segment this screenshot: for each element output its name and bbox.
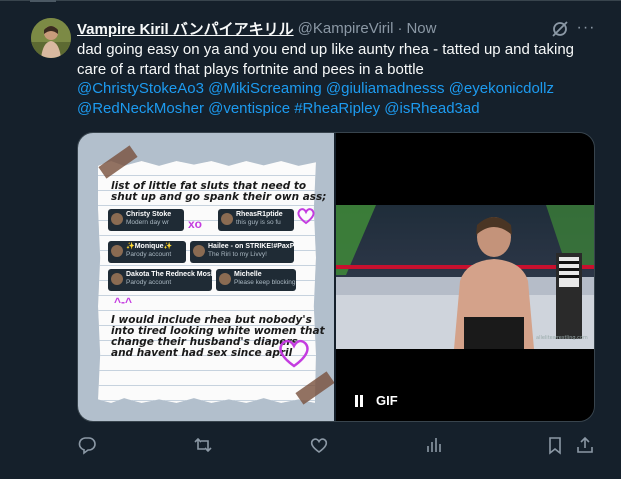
scribble-heart: [297, 208, 315, 225]
card-sub: Parody account: [126, 279, 172, 286]
gif-player[interactable]: allelitewrestling.com GIF: [336, 133, 594, 421]
profile-card: Dakota The Redneck MosherParody account: [108, 269, 212, 291]
mention-link[interactable]: @isRhead3ad: [384, 100, 479, 117]
display-name[interactable]: Vampire Kiril バンパイアキリル: [77, 18, 294, 39]
profile-card: RheasR1ptide this guy is so fu: [218, 209, 294, 231]
card-sub: Please keep blocking: [234, 279, 296, 286]
profile-card: Michelle Please keep blocking: [216, 269, 296, 291]
mention-link[interactable]: @giuliamadnesss: [326, 80, 445, 97]
profile-card: Christy Stoke Modern day wr: [108, 209, 184, 231]
note-line: change their husband's diapers: [111, 336, 298, 348]
bookmark-icon[interactable]: [545, 435, 567, 457]
gif-label: GIF: [376, 393, 398, 408]
post-text-line-2: care of a rtard that plays fortnite and …: [77, 60, 424, 78]
card-avatar: [221, 213, 233, 225]
svg-text:allelitewrestling.com: allelitewrestling.com: [536, 335, 588, 341]
card-avatar: [193, 245, 205, 257]
separator: ·: [397, 19, 403, 37]
note-line: and havent had sex since april: [111, 347, 293, 359]
card-avatar: [219, 273, 231, 285]
mentions-line-2: @RedNeckMosher @ventispice #RheaRipley @…: [77, 99, 602, 119]
thread-line: [30, 0, 56, 2]
card-name: Hailee - on STRIKE!#PaxPack: [208, 243, 294, 250]
card-sub: this guy is so fu: [236, 219, 281, 226]
more-icon[interactable]: ···: [575, 19, 597, 39]
card-avatar: [111, 273, 123, 285]
scribble-smile: ^-^: [114, 295, 133, 309]
reply-icon[interactable]: [77, 435, 99, 457]
mention-link[interactable]: @eyekonicdollz: [449, 80, 554, 97]
mention-link[interactable]: @ventispice: [208, 100, 290, 117]
timestamp[interactable]: Now: [406, 20, 436, 37]
post-header: Vampire Kiril バンパイアキリル @KampireViril · N…: [77, 17, 436, 39]
action-bar: [77, 435, 597, 457]
mention-link[interactable]: @ChristyStokeAo3: [77, 80, 204, 97]
handle[interactable]: @KampireViril: [298, 20, 394, 37]
card-sub: The Riri to my Livvy!: [208, 251, 267, 258]
note-line: into tired looking white women that: [111, 325, 325, 337]
post-text: dad going easy on ya and you end up like…: [77, 40, 602, 118]
note-image[interactable]: list of little fat sluts that need to sh…: [78, 133, 335, 421]
grok-icon[interactable]: [550, 19, 570, 39]
views-icon[interactable]: [425, 435, 447, 457]
pause-icon[interactable]: [354, 394, 364, 407]
mention-link[interactable]: @MikiScreaming: [208, 80, 322, 97]
card-name: Dakota The Redneck Mosher: [126, 271, 212, 278]
post-text-line-1: dad going easy on ya and you end up like…: [77, 41, 575, 58]
card-name: RheasR1ptide: [236, 211, 283, 218]
like-icon[interactable]: [309, 435, 331, 457]
share-icon[interactable]: [575, 435, 597, 457]
card-name: Michelle: [234, 271, 262, 278]
repost-icon[interactable]: [193, 435, 215, 457]
scribble-heart: [279, 339, 309, 368]
mentions-line-1: @ChristyStokeAo3 @MikiScreaming @giuliam…: [77, 79, 602, 99]
scribble-xo: xo: [188, 217, 203, 231]
profile-card: Hailee - on STRIKE!#PaxPackThe Riri to m…: [190, 241, 294, 263]
card-avatar: [111, 245, 123, 257]
card-name: ✨Monique✨: [126, 243, 173, 250]
note-line: list of little fat sluts that need to: [111, 180, 307, 192]
card-sub: Modern day wr: [126, 219, 169, 226]
note-line: I would include rhea but nobody's: [111, 314, 312, 326]
card-sub: Parody account: [126, 251, 172, 258]
profile-card: ✨Monique✨ Parody account: [108, 241, 186, 263]
media-container: list of little fat sluts that need to sh…: [77, 132, 595, 422]
card-name: Christy Stoke: [126, 211, 172, 218]
mention-link[interactable]: @RedNeckMosher: [77, 100, 204, 117]
note-line: shut up and go spank their own ass;: [111, 191, 327, 203]
gif-controls: GIF: [354, 393, 398, 408]
top-divider: [0, 0, 621, 1]
card-avatar: [111, 213, 123, 225]
gif-frame: allelitewrestling.com: [336, 205, 594, 349]
hashtag-link[interactable]: #RheaRipley: [294, 100, 380, 117]
avatar[interactable]: [31, 18, 71, 58]
